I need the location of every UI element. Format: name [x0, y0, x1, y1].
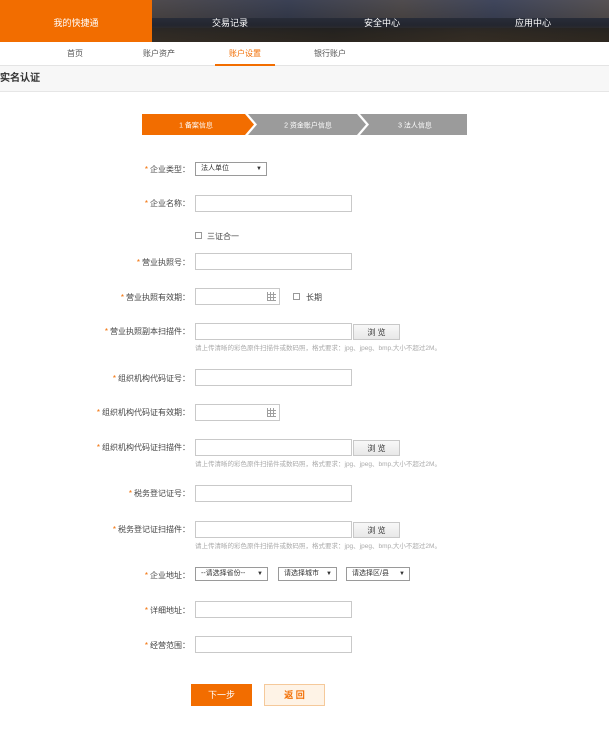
three-in-one-checkbox[interactable] — [195, 232, 202, 239]
org-code-scan-file-input[interactable] — [195, 439, 352, 456]
step-3-label: 3 法人信息 — [398, 121, 432, 130]
org-code-label: * 组织机构代码证号： — [112, 374, 190, 383]
next-step-button[interactable]: 下一步 — [191, 684, 252, 706]
tax-registration-scan-label: * 税务登记证扫描件： — [112, 525, 190, 534]
long-term-label: 长期 — [306, 293, 322, 302]
business-scope-label: * 经营范围： — [144, 641, 190, 650]
enterprise-name-label: * 企业名称： — [144, 199, 190, 208]
nav-tab-app-center[interactable]: 应用中心 — [493, 0, 573, 42]
subnav-account-assets[interactable]: 账户资产 — [131, 42, 187, 66]
license-number-label: * 营业执照号： — [136, 258, 190, 267]
business-scope-input[interactable] — [195, 636, 352, 653]
subnav-bank-account[interactable]: 银行账户 — [302, 42, 358, 66]
top-navigation-bar: 我的快捷通 交易记录 安全中心 应用中心 — [0, 0, 609, 42]
tax-registration-input[interactable] — [195, 485, 352, 502]
org-code-validity-date-input[interactable] — [195, 404, 280, 421]
tax-registration-scan-hint: 请上传清晰的彩色原件扫描件或数码照，格式要求：jpg、jpeg、bmp,大小不超… — [195, 543, 441, 550]
org-code-scan-hint: 请上传清晰的彩色原件扫描件或数码照，格式要求：jpg、jpeg、bmp,大小不超… — [195, 461, 441, 468]
step-1-label: 1 备案信息 — [179, 121, 213, 130]
enterprise-type-select[interactable]: 法人单位 ▼ — [195, 162, 267, 176]
nav-tab-security-center[interactable]: 安全中心 — [342, 0, 422, 42]
nav-tab-transaction-records[interactable]: 交易记录 — [190, 0, 270, 42]
chevron-down-icon: ▼ — [256, 166, 262, 172]
org-code-input[interactable] — [195, 369, 352, 386]
enterprise-name-input[interactable] — [195, 195, 352, 212]
chevron-down-icon: ▼ — [257, 571, 263, 577]
license-validity-date-input[interactable] — [195, 288, 280, 305]
enterprise-type-label: * 企业类型： — [144, 165, 190, 174]
tax-registration-scan-file-input[interactable] — [195, 521, 352, 538]
page-title: 实名认证 — [0, 66, 609, 92]
subnav-home[interactable]: 首页 — [50, 42, 100, 66]
subnav-account-settings[interactable]: 账户设置 — [215, 42, 275, 66]
org-code-scan-label: * 组织机构代码证扫描件： — [96, 443, 190, 452]
district-select[interactable]: 请选择区/县 ▼ — [346, 567, 410, 581]
step-indicator: 1 备案信息 2 资金账户信息 3 法人信息 — [142, 114, 467, 135]
enterprise-address-label: * 企业地址： — [144, 571, 190, 580]
org-code-validity-label: * 组织机构代码证有效期： — [96, 408, 190, 417]
tax-registration-label: * 税务登记证号： — [128, 489, 190, 498]
sub-navigation: 首页 账户资产 账户设置 银行账户 — [0, 42, 609, 66]
city-select[interactable]: 请选择城市 ▼ — [278, 567, 337, 581]
chevron-down-icon: ▼ — [326, 571, 332, 577]
step-2-label: 2 资金账户信息 — [284, 121, 332, 130]
chevron-down-icon: ▼ — [399, 571, 405, 577]
back-button[interactable]: 返 回 — [264, 684, 325, 706]
license-number-input[interactable] — [195, 253, 352, 270]
detail-address-label: * 详细地址： — [144, 606, 190, 615]
license-scan-hint: 请上传清晰的彩色原件扫描件或数码照，格式要求：jpg、jpeg、bmp,大小不超… — [195, 345, 441, 352]
long-term-checkbox[interactable] — [293, 293, 300, 300]
license-scan-label: * 营业执照副本扫描件： — [104, 327, 190, 336]
license-scan-browse-button[interactable]: 浏 览 — [353, 324, 400, 340]
nav-tab-my-kuaijietong[interactable]: 我的快捷通 — [0, 0, 152, 42]
detail-address-input[interactable] — [195, 601, 352, 618]
license-validity-label: * 营业执照有效期： — [120, 293, 190, 302]
calendar-icon[interactable] — [267, 292, 276, 301]
org-code-scan-browse-button[interactable]: 浏 览 — [353, 440, 400, 456]
province-select[interactable]: --请选择省份-- ▼ — [195, 567, 268, 581]
license-scan-file-input[interactable] — [195, 323, 352, 340]
calendar-icon[interactable] — [267, 408, 276, 417]
tax-registration-scan-browse-button[interactable]: 浏 览 — [353, 522, 400, 538]
three-in-one-label: 三证合一 — [207, 232, 239, 241]
